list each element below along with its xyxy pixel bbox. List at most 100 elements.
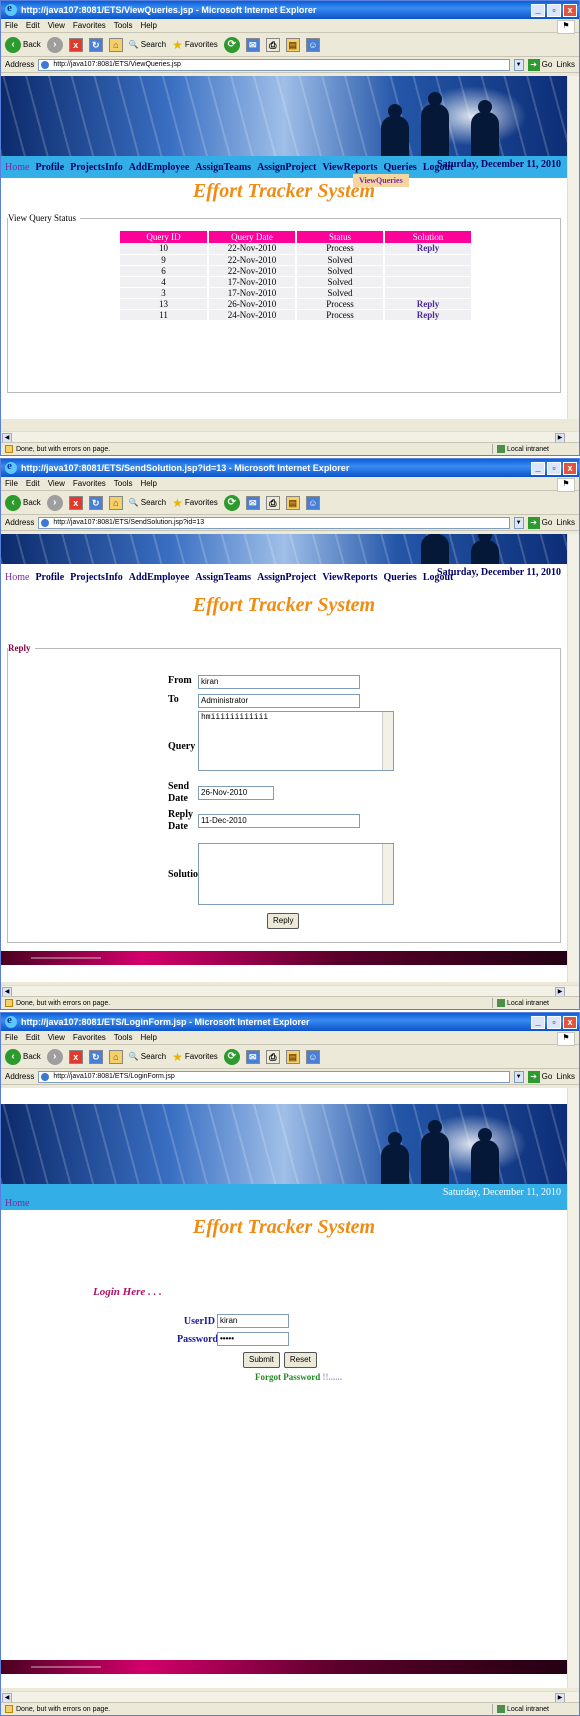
back-button[interactable]: ‹ Back bbox=[5, 36, 41, 53]
mail-button[interactable]: ✉ bbox=[245, 495, 260, 510]
stop-button[interactable]: x bbox=[68, 1049, 83, 1064]
refresh-button[interactable]: ↻ bbox=[88, 495, 103, 510]
query-textarea[interactable]: hmiiiiiiiiiiii bbox=[198, 711, 394, 771]
userid-field[interactable]: kiran bbox=[217, 1314, 289, 1328]
home-button[interactable]: ⌂ bbox=[108, 37, 123, 52]
menu-help[interactable]: Help bbox=[140, 1033, 156, 1042]
menu-file[interactable]: File bbox=[5, 21, 18, 30]
nav-queries[interactable]: Queries bbox=[383, 162, 416, 173]
mail-button[interactable]: ✉ bbox=[245, 1049, 260, 1064]
menu-edit[interactable]: Edit bbox=[26, 21, 40, 30]
home-button[interactable]: ⌂ bbox=[108, 495, 123, 510]
nav-assignproject[interactable]: AssignProject bbox=[257, 572, 316, 583]
maximize-button[interactable]: ▫ bbox=[547, 1015, 561, 1029]
to-field[interactable]: Administrator bbox=[198, 694, 360, 708]
menu-edit[interactable]: Edit bbox=[26, 479, 40, 488]
maximize-button[interactable]: ▫ bbox=[547, 3, 561, 17]
forward-button[interactable]: › bbox=[46, 36, 63, 53]
messenger-button[interactable]: ☺ bbox=[305, 495, 320, 510]
minimize-button[interactable]: _ bbox=[531, 3, 545, 17]
menu-favorites[interactable]: Favorites bbox=[73, 479, 106, 488]
menu-favorites[interactable]: Favorites bbox=[73, 1033, 106, 1042]
nav-profile[interactable]: Profile bbox=[35, 572, 64, 583]
nav-projectsinfo[interactable]: ProjectsInfo bbox=[70, 162, 123, 173]
menu-help[interactable]: Help bbox=[140, 21, 156, 30]
vertical-scrollbar[interactable] bbox=[567, 534, 579, 982]
nav-profile[interactable]: Profile bbox=[35, 162, 64, 173]
nav-assignteams[interactable]: AssignTeams bbox=[195, 572, 251, 583]
mail-button[interactable]: ✉ bbox=[245, 37, 260, 52]
vertical-scrollbar[interactable] bbox=[567, 76, 579, 419]
send-date-field[interactable]: 26-Nov-2010 bbox=[198, 786, 274, 800]
nav-home[interactable]: Home bbox=[5, 1198, 29, 1209]
history-button[interactable]: ⟳ bbox=[223, 36, 240, 53]
menu-view[interactable]: View bbox=[48, 1033, 65, 1042]
address-dropdown-button[interactable]: ▼ bbox=[513, 516, 524, 529]
address-dropdown-button[interactable]: ▼ bbox=[513, 58, 524, 71]
password-field[interactable]: ••••• bbox=[217, 1332, 289, 1346]
maximize-button[interactable]: ▫ bbox=[547, 461, 561, 475]
nav-addemployee[interactable]: AddEmployee bbox=[129, 572, 190, 583]
submit-button[interactable]: Submit bbox=[243, 1352, 280, 1368]
favorites-button[interactable]: ★ Favorites bbox=[172, 496, 218, 510]
menu-tools[interactable]: Tools bbox=[114, 1033, 133, 1042]
folder-button[interactable]: ▤ bbox=[285, 495, 300, 510]
dropdown-item-viewqueries[interactable]: ViewQueries bbox=[353, 174, 409, 187]
nav-viewreports[interactable]: ViewReports bbox=[322, 162, 377, 173]
go-button[interactable]: ➔ Go bbox=[527, 516, 552, 529]
menu-view[interactable]: View bbox=[48, 479, 65, 488]
back-button[interactable]: ‹ Back bbox=[5, 494, 41, 511]
menu-file[interactable]: File bbox=[5, 1033, 18, 1042]
back-button[interactable]: ‹ Back bbox=[5, 1048, 41, 1065]
reply-link[interactable]: Reply bbox=[384, 243, 473, 255]
solution-textarea[interactable] bbox=[198, 843, 394, 905]
nav-assignproject[interactable]: AssignProject bbox=[257, 162, 316, 173]
messenger-button[interactable]: ☺ bbox=[305, 1049, 320, 1064]
menu-view[interactable]: View bbox=[48, 21, 65, 30]
links-label[interactable]: Links bbox=[556, 518, 575, 527]
go-button[interactable]: ➔ Go bbox=[527, 1070, 552, 1083]
minimize-button[interactable]: _ bbox=[531, 1015, 545, 1029]
links-label[interactable]: Links bbox=[556, 60, 575, 69]
reply-date-field[interactable]: 11-Dec-2010 bbox=[198, 814, 360, 828]
reset-button[interactable]: Reset bbox=[283, 1352, 317, 1368]
nav-home[interactable]: Home bbox=[5, 572, 29, 583]
reply-link[interactable]: Reply bbox=[384, 298, 473, 310]
menu-tools[interactable]: Tools bbox=[114, 479, 133, 488]
search-button[interactable]: 🔍 Search bbox=[129, 1052, 166, 1061]
favorites-button[interactable]: ★ Favorites bbox=[172, 1050, 218, 1064]
reply-link[interactable]: Reply bbox=[384, 309, 473, 321]
search-button[interactable]: 🔍 Search bbox=[129, 498, 166, 507]
forward-button[interactable]: › bbox=[46, 1048, 63, 1065]
address-dropdown-button[interactable]: ▼ bbox=[513, 1070, 524, 1083]
history-button[interactable]: ⟳ bbox=[223, 494, 240, 511]
home-button[interactable]: ⌂ bbox=[108, 1049, 123, 1064]
search-button[interactable]: 🔍 Search bbox=[129, 40, 166, 49]
menu-favorites[interactable]: Favorites bbox=[73, 21, 106, 30]
refresh-button[interactable]: ↻ bbox=[88, 1049, 103, 1064]
print-button[interactable]: ⎙ bbox=[265, 1049, 280, 1064]
menu-help[interactable]: Help bbox=[140, 479, 156, 488]
close-button[interactable]: x bbox=[563, 3, 577, 17]
nav-queries[interactable]: Queries bbox=[383, 572, 416, 583]
address-input[interactable]: http://java107:8081/ETS/SendSolution.jsp… bbox=[38, 516, 510, 529]
minimize-button[interactable]: _ bbox=[531, 461, 545, 475]
address-input[interactable]: http://java107:8081/ETS/ViewQueries.jsp bbox=[38, 58, 510, 71]
links-label[interactable]: Links bbox=[556, 1072, 575, 1081]
vertical-scrollbar[interactable] bbox=[567, 1088, 579, 1688]
stop-button[interactable]: x bbox=[68, 37, 83, 52]
menu-file[interactable]: File bbox=[5, 479, 18, 488]
refresh-button[interactable]: ↻ bbox=[88, 37, 103, 52]
forgot-password-link[interactable]: Forgot Password !!...... bbox=[255, 1372, 342, 1382]
nav-viewreports[interactable]: ViewReports bbox=[322, 572, 377, 583]
nav-assignteams[interactable]: AssignTeams bbox=[195, 162, 251, 173]
nav-projectsinfo[interactable]: ProjectsInfo bbox=[70, 572, 123, 583]
reply-submit-button[interactable]: Reply bbox=[267, 913, 300, 929]
nav-home[interactable]: Home bbox=[5, 162, 29, 173]
history-button[interactable]: ⟳ bbox=[223, 1048, 240, 1065]
favorites-button[interactable]: ★ Favorites bbox=[172, 38, 218, 52]
from-field[interactable]: kiran bbox=[198, 675, 360, 689]
print-button[interactable]: ⎙ bbox=[265, 37, 280, 52]
go-button[interactable]: ➔ Go bbox=[527, 58, 552, 71]
menu-tools[interactable]: Tools bbox=[114, 21, 133, 30]
